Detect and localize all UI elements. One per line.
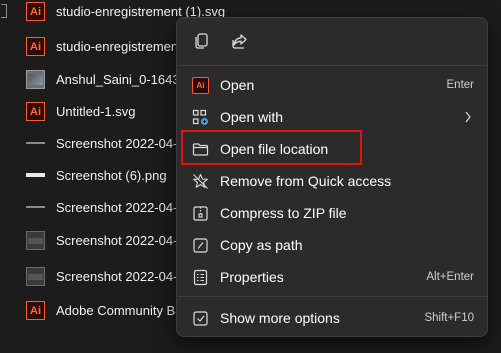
copy-path-icon bbox=[193, 238, 208, 253]
file-name: Screenshot 2022-04-19 bbox=[56, 136, 192, 151]
menu-item-compress-to-zip[interactable]: Compress to ZIP file bbox=[182, 198, 484, 228]
menu-item-label: Show more options bbox=[220, 310, 340, 326]
chevron-right-icon bbox=[465, 111, 471, 123]
thick-line-thumbnail-icon bbox=[26, 173, 45, 177]
menu-item-label: Compress to ZIP file bbox=[220, 205, 347, 221]
ai-file-icon: Ai bbox=[26, 102, 45, 121]
menu-item-remove-from-quick-access[interactable]: Remove from Quick access bbox=[182, 166, 484, 196]
share-icon bbox=[232, 34, 247, 49]
open-with-icon bbox=[192, 109, 208, 125]
file-name: Adobe Community Ba bbox=[56, 303, 183, 318]
menu-item-shortcut: Alt+Enter bbox=[426, 271, 474, 283]
file-name: Screenshot 2022-04-15 bbox=[56, 200, 192, 215]
copy-icon bbox=[195, 33, 208, 49]
menu-item-label: Open with bbox=[220, 109, 284, 125]
thin-line-thumbnail-icon bbox=[26, 206, 45, 208]
properties-icon bbox=[193, 269, 208, 286]
file-name: Screenshot (6).png bbox=[56, 168, 167, 183]
ai-file-icon: Ai bbox=[26, 301, 45, 320]
ai-file-icon: Ai bbox=[26, 2, 45, 21]
menu-item-label: Copy as path bbox=[220, 237, 303, 253]
copy-button[interactable] bbox=[189, 28, 215, 54]
menu-item-label: Remove from Quick access bbox=[220, 173, 392, 189]
menu-item-show-more-options[interactable]: Show more options Shift+F10 bbox=[182, 303, 484, 333]
menu-item-label: Properties bbox=[220, 269, 284, 285]
menu-separator bbox=[178, 65, 488, 66]
image-thumbnail-icon bbox=[26, 70, 45, 89]
menu-item-shortcut: Shift+F10 bbox=[424, 312, 474, 324]
thin-line-thumbnail-icon bbox=[26, 142, 45, 144]
menu-item-label: Open bbox=[220, 77, 255, 93]
menu-item-shortcut: Enter bbox=[446, 79, 475, 91]
zip-icon bbox=[193, 206, 208, 221]
file-name: Screenshot 2022-04-15 bbox=[56, 233, 192, 248]
share-button[interactable] bbox=[227, 28, 253, 54]
file-name: studio-enregistrement. bbox=[56, 39, 186, 54]
menu-item-open[interactable]: Ai Open Enter bbox=[182, 70, 484, 100]
ai-file-icon: Ai bbox=[26, 37, 45, 56]
dark-thumbnail-icon bbox=[26, 231, 45, 250]
highlight-box bbox=[181, 130, 362, 165]
dark-thumbnail-icon bbox=[26, 267, 45, 286]
menu-separator bbox=[178, 296, 488, 297]
show-more-icon bbox=[193, 311, 208, 326]
menu-item-copy-as-path[interactable]: Copy as path bbox=[182, 230, 484, 260]
file-name: Anshul_Saini_0-164374 bbox=[56, 72, 195, 87]
file-name: Screenshot 2022-04-15 bbox=[56, 269, 192, 284]
context-menu: Ai Open Enter Open with Open file locati… bbox=[176, 17, 488, 337]
file-name: Untitled-1.svg bbox=[56, 104, 136, 119]
unpin-star-icon bbox=[193, 173, 208, 189]
menu-item-open-with[interactable]: Open with bbox=[182, 102, 484, 132]
selection-checkbox[interactable] bbox=[1, 4, 7, 18]
adobe-illustrator-icon: Ai bbox=[192, 77, 209, 94]
menu-item-properties[interactable]: Properties Alt+Enter bbox=[182, 262, 484, 292]
